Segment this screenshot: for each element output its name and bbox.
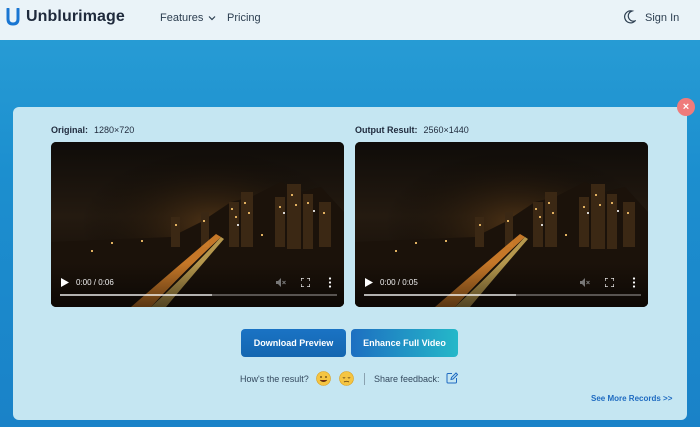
- edit-feedback-icon[interactable]: [446, 372, 458, 384]
- video-progress-fill: [60, 294, 213, 296]
- nav-pricing-label: Pricing: [227, 12, 261, 24]
- chevron-down-icon: [208, 16, 216, 21]
- nav-features-label: Features: [160, 12, 204, 24]
- video-controls: 0:00 / 0:05: [355, 263, 648, 307]
- original-video-player[interactable]: 0:00 / 0:06: [51, 142, 344, 307]
- volume-muted-icon[interactable]: [276, 278, 286, 287]
- feedback-question: How's the result?: [240, 374, 309, 384]
- original-label-text: Original:: [51, 125, 89, 135]
- sign-in-link[interactable]: Sign In: [645, 12, 679, 24]
- brand-logo-icon: [6, 8, 20, 26]
- share-feedback-label: Share feedback:: [374, 374, 440, 384]
- download-preview-button[interactable]: Download Preview: [241, 329, 346, 357]
- output-label: Output Result: 2560×1440: [355, 125, 469, 135]
- fullscreen-icon[interactable]: [301, 278, 310, 287]
- video-controls: 0:00 / 0:06: [51, 263, 344, 307]
- brand-logo[interactable]: Unblurimage: [6, 8, 125, 26]
- video-progress-bar[interactable]: [60, 294, 337, 296]
- more-options-icon[interactable]: [328, 277, 332, 288]
- more-options-icon[interactable]: [632, 277, 636, 288]
- video-time: 0:00 / 0:05: [380, 278, 418, 287]
- dark-mode-toggle-icon[interactable]: [624, 10, 636, 24]
- output-label-text: Output Result:: [355, 125, 418, 135]
- video-progress-bar[interactable]: [364, 294, 641, 296]
- play-icon[interactable]: [365, 278, 373, 287]
- video-time: 0:00 / 0:06: [76, 278, 114, 287]
- output-video-player[interactable]: 0:00 / 0:05: [355, 142, 648, 307]
- original-resolution: 1280×720: [94, 125, 135, 135]
- video-progress-fill: [364, 294, 517, 296]
- fullscreen-icon[interactable]: [605, 278, 614, 287]
- nav-pricing[interactable]: Pricing: [227, 12, 261, 24]
- close-icon[interactable]: ×: [677, 98, 695, 116]
- nav-features[interactable]: Features: [160, 12, 216, 24]
- enhance-full-video-button[interactable]: Enhance Full Video: [351, 329, 458, 357]
- see-more-records-link[interactable]: See More Records >>: [591, 394, 672, 403]
- top-navigation-bar: Unblurimage Features Pricing Sign In: [0, 0, 700, 40]
- output-resolution: 2560×1440: [423, 125, 469, 135]
- disappointed-face-icon[interactable]: [339, 371, 354, 386]
- feedback-divider: [364, 373, 365, 385]
- volume-muted-icon[interactable]: [580, 278, 590, 287]
- brand-name: Unblurimage: [26, 8, 125, 25]
- happy-face-icon[interactable]: [316, 371, 331, 386]
- original-label: Original: 1280×720: [51, 125, 134, 135]
- play-icon[interactable]: [61, 278, 69, 287]
- feedback-row: How's the result? Share feedback:: [0, 371, 700, 387]
